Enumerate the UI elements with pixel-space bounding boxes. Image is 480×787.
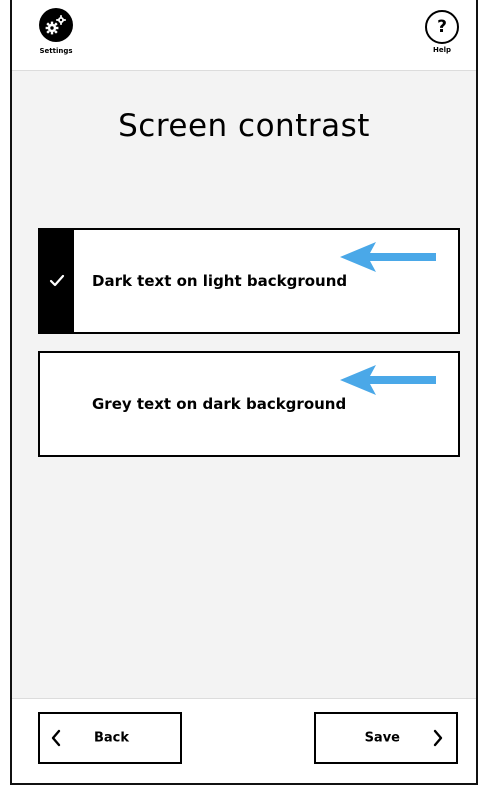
save-button[interactable]: Save bbox=[314, 712, 458, 764]
settings-label: Settings bbox=[39, 47, 73, 55]
chevron-left-icon bbox=[51, 729, 61, 747]
chevron-right-icon bbox=[433, 729, 443, 747]
selected-indicator bbox=[40, 230, 74, 332]
help-label: Help bbox=[432, 46, 452, 54]
save-label: Save bbox=[364, 730, 400, 746]
arrow-left-icon bbox=[340, 242, 436, 272]
back-label: Back bbox=[94, 730, 130, 746]
option-label: Dark text on light background bbox=[92, 272, 348, 290]
bottom-bar: Back Save bbox=[12, 698, 476, 783]
back-button[interactable]: Back bbox=[38, 712, 182, 764]
option-label: Grey text on dark background bbox=[92, 395, 347, 413]
help-button[interactable]: ? Help bbox=[424, 10, 460, 54]
page-title: Screen contrast bbox=[118, 108, 370, 144]
settings-button[interactable]: Settings bbox=[38, 8, 74, 55]
app-frame: Settings ? Help Screen contrast Dark tex… bbox=[10, 0, 478, 785]
option-grey-text-dark-bg[interactable]: Grey text on dark background bbox=[38, 351, 460, 457]
checkmark-icon bbox=[49, 274, 65, 287]
arrow-left-icon bbox=[340, 365, 436, 395]
option-dark-text-light-bg[interactable]: Dark text on light background bbox=[38, 228, 460, 334]
help-glyph: ? bbox=[437, 17, 447, 37]
gears-icon bbox=[39, 8, 73, 42]
help-icon: ? bbox=[425, 10, 459, 44]
top-bar: Settings ? Help bbox=[12, 0, 476, 71]
